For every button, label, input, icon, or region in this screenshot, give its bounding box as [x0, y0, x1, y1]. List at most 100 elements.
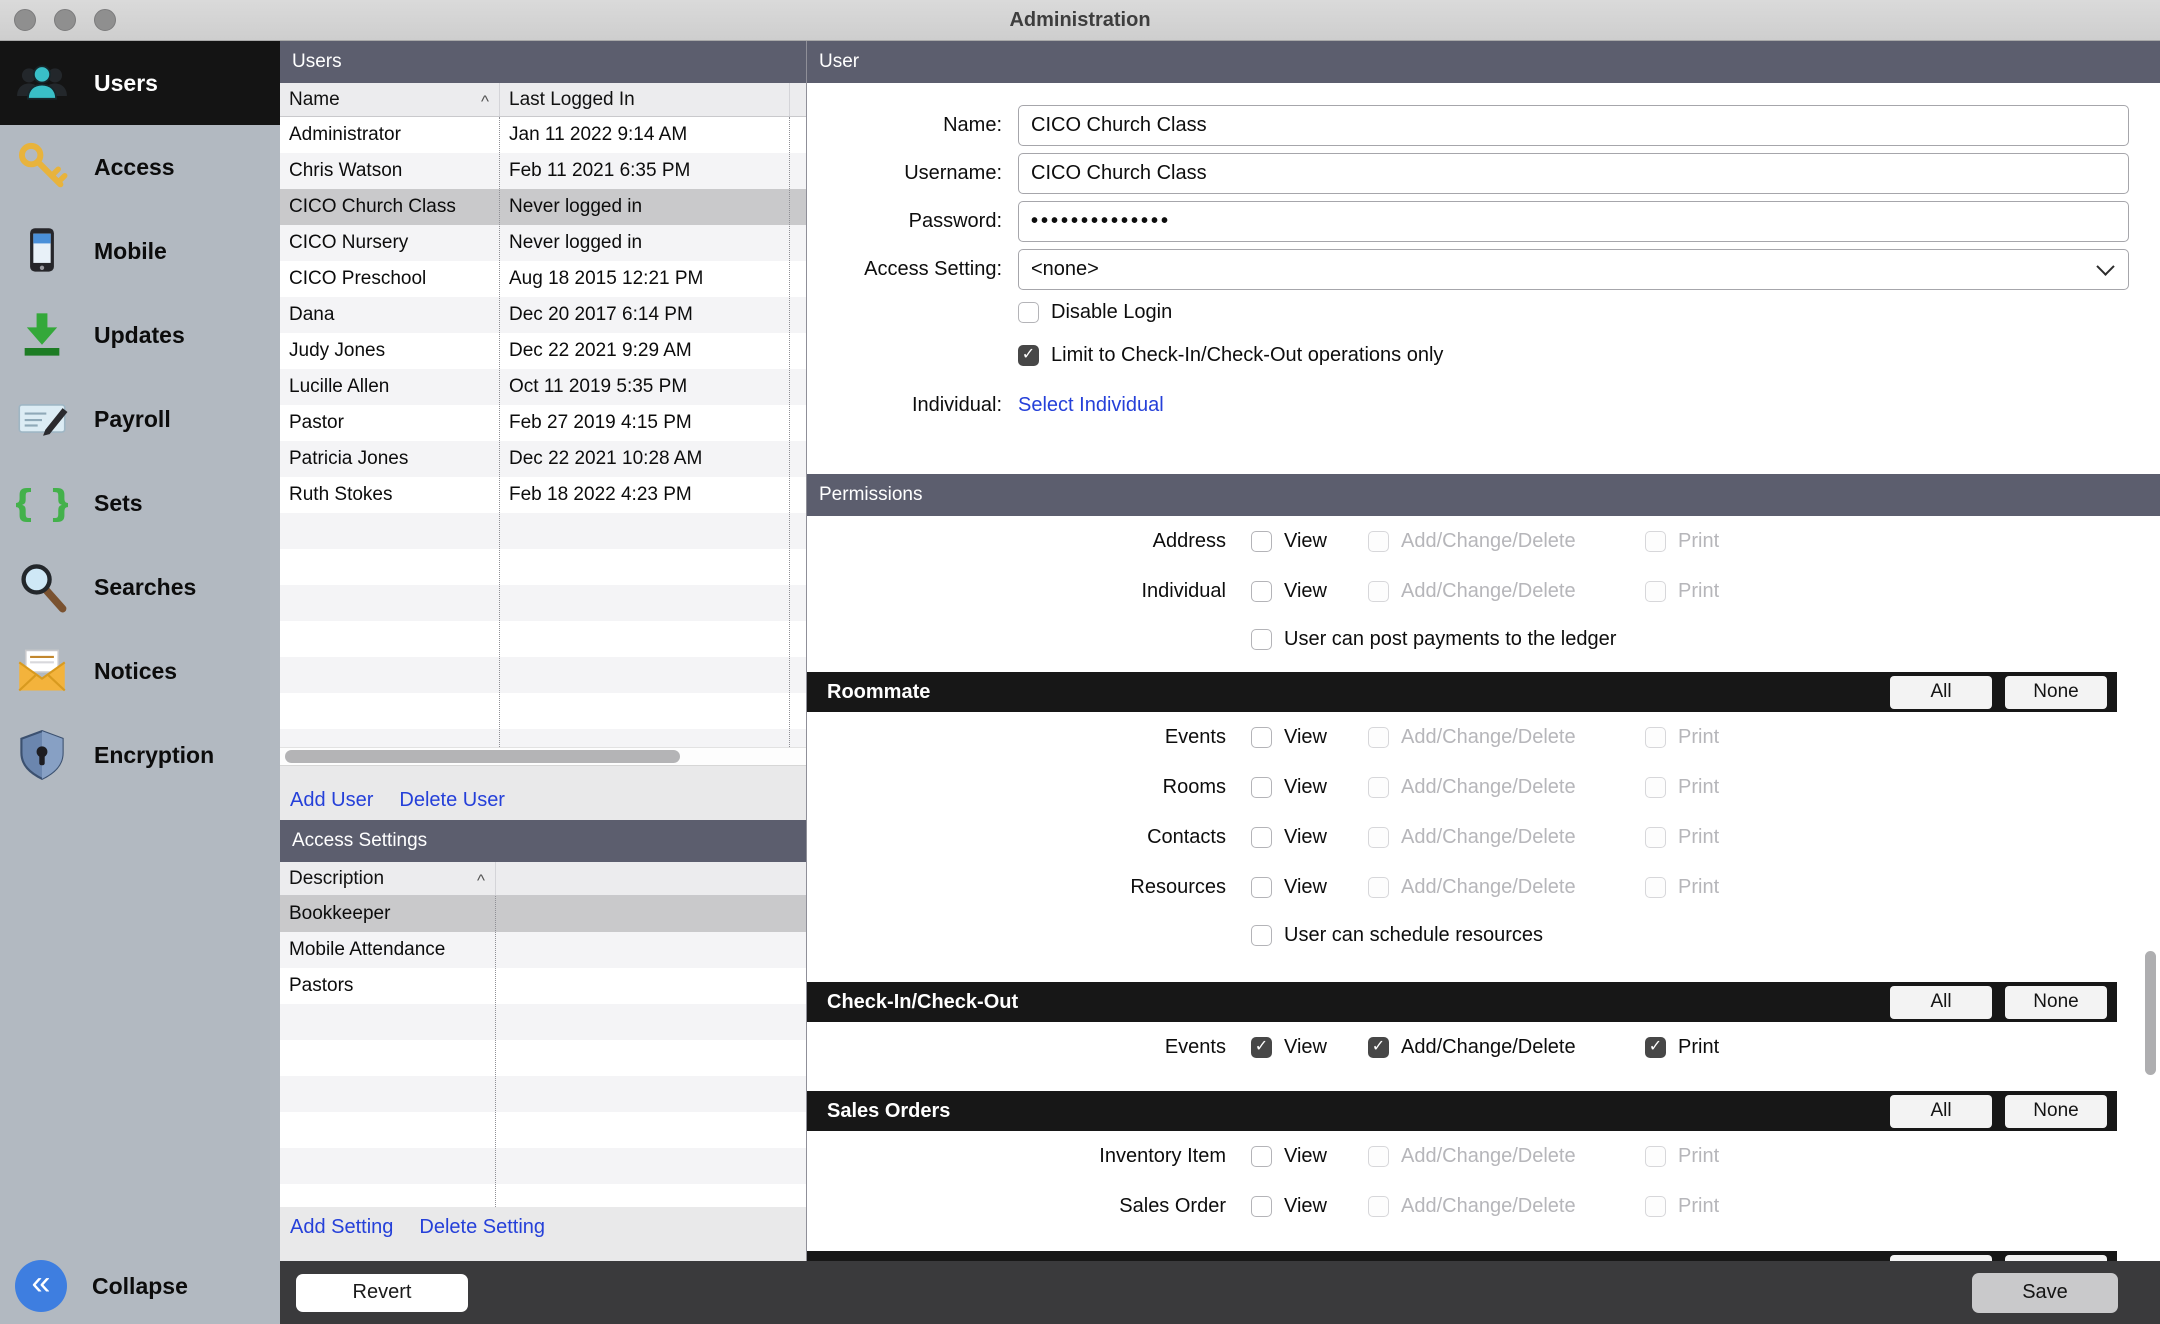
schedule-resources-checkbox[interactable] — [1251, 925, 1272, 946]
view-label: View — [1284, 776, 1327, 799]
user-panel-title: User — [819, 51, 859, 73]
user-last-logged-in-cell: Dec 22 2021 10:28 AM — [500, 448, 790, 470]
view-checkbox[interactable] — [1251, 1146, 1272, 1167]
user-table-row[interactable]: Dana Dec 20 2017 6:14 PM — [280, 297, 806, 333]
access-setting-select[interactable]: <none> — [1018, 249, 2129, 290]
user-table-row[interactable]: Pastor Feb 27 2019 4:15 PM — [280, 405, 806, 441]
sidebar-item[interactable]: Mobile — [0, 209, 280, 293]
user-name-cell: CICO Preschool — [280, 268, 500, 290]
setting-table-row[interactable]: Bookkeeper — [280, 896, 806, 932]
password-label: Password: — [807, 210, 1002, 233]
sales-all-button[interactable]: All — [1890, 1095, 1992, 1128]
view-checkbox[interactable] — [1251, 581, 1272, 602]
hscroll-thumb[interactable] — [285, 750, 680, 763]
view-checkbox[interactable] — [1251, 1196, 1272, 1217]
setting-table-row[interactable]: Mobile Attendance — [280, 932, 806, 968]
revert-button[interactable]: Revert — [296, 1274, 468, 1312]
cutoff-all-button[interactable] — [1890, 1255, 1992, 1261]
user-table-row[interactable]: Administrator Jan 11 2022 9:14 AM — [280, 117, 806, 153]
zoom-window-button[interactable] — [94, 9, 116, 31]
add-change-delete-checkbox[interactable] — [1368, 1146, 1389, 1167]
print-checkbox[interactable] — [1645, 581, 1666, 602]
user-table-row[interactable]: CICO Preschool Aug 18 2015 12:21 PM — [280, 261, 806, 297]
add-change-delete-checkbox[interactable] — [1368, 727, 1389, 748]
view-checkbox[interactable] — [1251, 727, 1272, 748]
view-checkbox[interactable] — [1251, 531, 1272, 552]
setting-description-cell: Pastors — [280, 975, 496, 997]
add-change-delete-checkbox[interactable] — [1368, 1037, 1389, 1058]
name-input[interactable] — [1018, 105, 2129, 146]
user-table-row[interactable]: Patricia Jones Dec 22 2021 10:28 AM — [280, 441, 806, 477]
sidebar-item[interactable]: { } Sets — [0, 461, 280, 545]
user-table-row[interactable]: Chris Watson Feb 11 2021 6:35 PM — [280, 153, 806, 189]
delete-setting-button[interactable]: Delete Setting — [419, 1216, 545, 1239]
post-payments-label: User can post payments to the ledger — [1284, 628, 1616, 651]
view-label: View — [1284, 1036, 1327, 1059]
print-checkbox[interactable] — [1645, 727, 1666, 748]
sidebar-item[interactable]: Updates — [0, 293, 280, 377]
view-checkbox[interactable] — [1251, 1037, 1272, 1058]
add-user-button[interactable]: Add User — [290, 789, 373, 812]
sidebar-collapse-button[interactable]: « Collapse — [15, 1260, 188, 1312]
setting-description-cell: Bookkeeper — [280, 903, 496, 925]
sidebar-item[interactable]: Encryption — [0, 713, 280, 797]
sidebar-item[interactable]: Users — [0, 41, 280, 125]
minimize-window-button[interactable] — [54, 9, 76, 31]
users-horizontal-scrollbar[interactable] — [280, 747, 806, 766]
close-window-button[interactable] — [14, 9, 36, 31]
checkin-section-title: Check-In/Check-Out — [827, 991, 1018, 1014]
roommate-none-button[interactable]: None — [2005, 676, 2107, 709]
print-checkbox[interactable] — [1645, 1196, 1666, 1217]
add-change-delete-checkbox[interactable] — [1368, 827, 1389, 848]
sidebar-item[interactable]: Access — [0, 125, 280, 209]
users-col-last-logged-in[interactable]: Last Logged In — [500, 83, 790, 116]
view-checkbox[interactable] — [1251, 777, 1272, 798]
user-table-row[interactable]: CICO Nursery Never logged in — [280, 225, 806, 261]
sidebar-item[interactable]: Payroll — [0, 377, 280, 461]
print-checkbox[interactable] — [1645, 777, 1666, 798]
user-table-row[interactable]: Judy Jones Dec 22 2021 9:29 AM — [280, 333, 806, 369]
username-input[interactable] — [1018, 153, 2129, 194]
add-setting-button[interactable]: Add Setting — [290, 1216, 393, 1239]
cutoff-none-button[interactable] — [2005, 1255, 2107, 1261]
permission-row-label: Address — [807, 530, 1226, 553]
checkin-none-button[interactable]: None — [2005, 986, 2107, 1019]
print-checkbox[interactable] — [1645, 877, 1666, 898]
vertical-scrollbar-thumb[interactable] — [2145, 951, 2156, 1075]
view-checkbox[interactable] — [1251, 827, 1272, 848]
users-col-name[interactable]: Name ^ — [280, 83, 500, 116]
user-table-row[interactable]: Ruth Stokes Feb 18 2022 4:23 PM — [280, 477, 806, 513]
print-checkbox[interactable] — [1645, 1146, 1666, 1167]
permission-row: Sales Order View Add/Change/Delete — [807, 1181, 2160, 1231]
user-table-row[interactable]: Lucille Allen Oct 11 2019 5:35 PM — [280, 369, 806, 405]
print-checkbox[interactable] — [1645, 827, 1666, 848]
add-change-delete-checkbox[interactable] — [1368, 581, 1389, 602]
print-checkbox[interactable] — [1645, 531, 1666, 552]
user-table-row[interactable]: CICO Church Class Never logged in — [280, 189, 806, 225]
print-label: Print — [1678, 826, 1719, 849]
sales-none-button[interactable]: None — [2005, 1095, 2107, 1128]
view-checkbox[interactable] — [1251, 877, 1272, 898]
setting-table-row[interactable]: Pastors — [280, 968, 806, 1004]
user-name-cell: Pastor — [280, 412, 500, 434]
limit-checkin-checkbox[interactable] — [1018, 345, 1039, 366]
delete-user-button[interactable]: Delete User — [399, 789, 505, 812]
user-form: Name: Username: Password: Access Se — [807, 83, 2160, 474]
password-input[interactable] — [1018, 201, 2129, 242]
save-button[interactable]: Save — [1972, 1273, 2118, 1313]
post-payments-checkbox[interactable] — [1251, 629, 1272, 650]
add-change-delete-checkbox[interactable] — [1368, 531, 1389, 552]
add-change-delete-checkbox[interactable] — [1368, 1196, 1389, 1217]
sidebar-item[interactable]: Notices — [0, 629, 280, 713]
select-individual-link[interactable]: Select Individual — [1018, 394, 1164, 417]
sidebar-item[interactable]: Searches — [0, 545, 280, 629]
settings-col-description[interactable]: Description ^ — [280, 862, 496, 895]
sales-orders-section-bar: Sales Orders All None — [807, 1091, 2117, 1131]
checkin-all-button[interactable]: All — [1890, 986, 1992, 1019]
roommate-all-button[interactable]: All — [1890, 676, 1992, 709]
add-change-delete-checkbox[interactable] — [1368, 777, 1389, 798]
disable-login-checkbox[interactable] — [1018, 302, 1039, 323]
print-checkbox[interactable] — [1645, 1037, 1666, 1058]
add-change-delete-checkbox[interactable] — [1368, 877, 1389, 898]
print-label: Print — [1678, 1195, 1719, 1218]
